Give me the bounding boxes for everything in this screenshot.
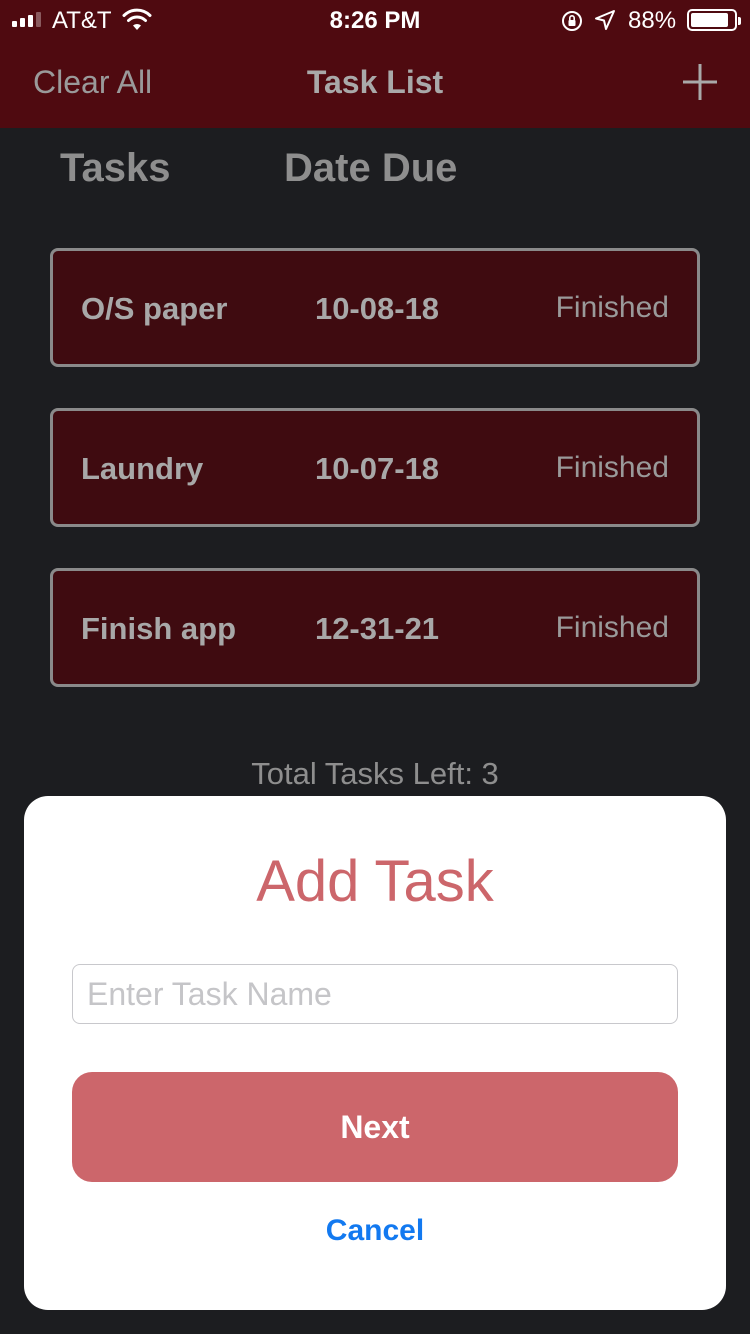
task-row[interactable]: O/S paper 10-08-18 Finished	[50, 248, 700, 367]
column-headers: Tasks Date Due	[0, 146, 750, 196]
dialog-title: Add Task	[256, 849, 494, 914]
clear-all-button[interactable]: Clear All	[33, 64, 152, 101]
task-name: Finish app	[81, 611, 236, 646]
task-row[interactable]: Laundry 10-07-18 Finished	[50, 408, 700, 527]
battery-percent: 88%	[628, 7, 677, 34]
task-name-input[interactable]	[72, 964, 678, 1024]
add-task-dialog: Add Task Next Cancel	[24, 796, 726, 1310]
task-status-button[interactable]: Finished	[556, 291, 669, 325]
task-date: 12-31-21	[314, 611, 440, 646]
plus-icon[interactable]	[680, 60, 720, 104]
task-date: 10-08-18	[314, 291, 440, 326]
location-arrow-icon	[594, 9, 616, 38]
battery-icon	[687, 9, 741, 31]
task-name: Laundry	[81, 451, 204, 486]
task-status-button[interactable]: Finished	[556, 451, 669, 485]
rotation-lock-icon	[560, 9, 584, 40]
navigation-bar: Clear All Task List	[0, 40, 750, 128]
tasks-column-header: Tasks	[60, 146, 171, 190]
next-button[interactable]: Next	[72, 1072, 678, 1182]
cancel-button[interactable]: Cancel	[24, 1214, 726, 1248]
task-date: 10-07-18	[314, 451, 440, 486]
total-tasks-label: Total Tasks Left: 3	[251, 756, 499, 791]
task-row[interactable]: Finish app 12-31-21 Finished	[50, 568, 700, 687]
task-name: O/S paper	[81, 291, 228, 326]
date-due-column-header: Date Due	[284, 146, 458, 190]
task-status-button[interactable]: Finished	[556, 611, 669, 645]
status-bar: AT&T 8:26 PM 88%	[0, 0, 750, 40]
